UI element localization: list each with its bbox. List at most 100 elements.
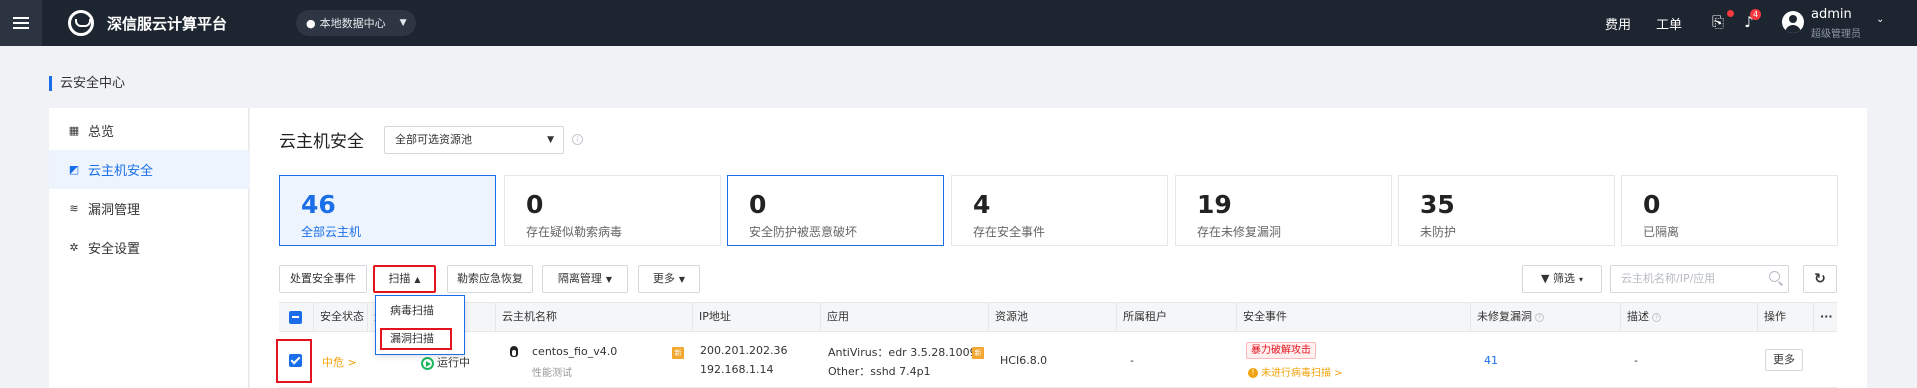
select-all-checkbox[interactable] [289, 311, 302, 324]
running-icon [421, 356, 434, 370]
menu-item-virus-scan[interactable]: 病毒扫描 [380, 300, 452, 322]
resource-pool-select[interactable]: 全部可选资源池 ▼ [384, 126, 564, 154]
search-placeholder: 云主机名称/IP/应用 [1621, 272, 1716, 285]
hamburger-menu-icon[interactable] [0, 0, 42, 46]
search-icon[interactable] [1769, 271, 1780, 282]
linux-icon [509, 345, 519, 359]
sidebar-item-label: 安全设置 [88, 242, 141, 257]
layers-icon: ≋ [69, 201, 79, 215]
ip-address: 200.201.202.36 [700, 344, 788, 357]
header-label: 描述 [1627, 310, 1649, 323]
stat-card-isolated[interactable]: 0 已隔离 [1621, 175, 1838, 246]
row-more-button[interactable]: 更多 [1765, 349, 1803, 371]
host-description: 性能测试 [532, 368, 572, 379]
header-label: 未修复漏洞 [1477, 310, 1532, 323]
run-status: 运行中 [421, 354, 470, 370]
help-icon[interactable]: ? [1652, 312, 1661, 322]
stat-card-all-hosts[interactable]: 46 全部云主机 [279, 175, 496, 246]
filter-button[interactable]: ▼ 筛选 ▾ [1522, 265, 1602, 293]
sidebar-item-vulnerability[interactable]: ≋ 漏洞管理 [49, 189, 249, 228]
tickets-link[interactable]: 工单 [1656, 14, 1682, 33]
host-security-icon: ◩ [68, 162, 80, 176]
caret-down-icon: ▾ [1578, 275, 1583, 284]
filter-label: 筛选 [1552, 272, 1575, 285]
sidebar: ▦ 总览 ◩ 云主机安全 ≋ 漏洞管理 ✲ 安全设置 [49, 108, 249, 388]
tenant: - [1130, 354, 1134, 367]
isolate-manage-label: 隔离管理 [557, 272, 602, 285]
grid-icon: ▦ [68, 123, 80, 137]
ransom-recover-button[interactable]: 勒索应急恢复 [447, 265, 533, 293]
column-settings-icon[interactable]: ··· [1813, 303, 1837, 331]
scan-dropdown-menu: 病毒扫描 漏洞扫描 [375, 295, 465, 355]
description: - [1634, 354, 1638, 367]
header-pool: 资源池 [988, 303, 1116, 331]
task-icon[interactable]: ⎘ [1710, 13, 1726, 31]
header-tenant: 所属租户 [1116, 303, 1236, 331]
stat-value: 0 [526, 190, 544, 219]
handle-event-button[interactable]: 处置安全事件 [279, 265, 367, 293]
brand-logo-icon [68, 10, 94, 36]
scan-button[interactable]: 扫描 ▲ [373, 265, 436, 293]
stat-card-security-events[interactable]: 4 存在安全事件 [951, 175, 1168, 246]
unfixed-vulns-link[interactable]: 41 [1484, 354, 1498, 367]
host-name-link[interactable]: centos_fio_v4.0 [532, 345, 617, 358]
user-menu-caret-icon[interactable]: ⌄ [1876, 14, 1884, 25]
header-security-status: 安全状态 [313, 303, 367, 331]
isolate-manage-button[interactable]: 隔离管理 ▼ [542, 265, 628, 293]
location-pin-icon: ● [306, 16, 316, 30]
caret-up-icon: ▲ [414, 275, 421, 284]
ip-address-internal: 192.168.1.14 [700, 363, 774, 376]
caret-down-icon: ▼ [399, 18, 407, 28]
gear-icon: ✲ [69, 240, 79, 254]
stat-card-protection-damaged[interactable]: 0 安全防护被恶意破坏 [727, 175, 944, 246]
run-status-label: 运行中 [437, 356, 470, 369]
stat-value: 46 [301, 190, 336, 219]
sidebar-item-overview[interactable]: ▦ 总览 [49, 111, 249, 150]
user-name[interactable]: admin [1811, 7, 1852, 22]
caret-down-icon: ▼ [678, 275, 686, 284]
table-row[interactable] [279, 333, 1837, 388]
billing-link[interactable]: 费用 [1605, 14, 1631, 33]
stat-label: 已隔离 [1643, 225, 1680, 239]
header-actions: 操作 [1757, 303, 1813, 331]
notification-badge: 4 [1750, 9, 1762, 20]
search-input[interactable]: 云主机名称/IP/应用 [1610, 265, 1789, 293]
filter-icon: ▼ [1541, 272, 1550, 285]
virus-scan-warning-text: 未进行病毒扫描 > [1261, 368, 1343, 379]
app-other: Other：sshd 7.4p1 [828, 365, 931, 378]
datacenter-selector[interactable]: ● 本地数据中心 ▼ [296, 10, 416, 36]
header-security-event: 安全事件 [1236, 303, 1470, 331]
stat-label: 存在未修复漏洞 [1197, 225, 1282, 239]
top-bar: 深信服云计算平台 ● 本地数据中心 ▼ 费用 工单 ⎘ ♪ 4 admin 超级… [0, 0, 1917, 46]
warning-icon: ! [1248, 368, 1258, 378]
datacenter-label: 本地数据中心 [319, 17, 386, 30]
info-icon[interactable]: i [572, 134, 583, 145]
security-level-link[interactable]: 中危 > [322, 354, 357, 370]
header-unfixed-vulns: 未修复漏洞? [1470, 303, 1620, 331]
help-icon[interactable]: ? [1535, 312, 1544, 322]
stat-card-unfixed-vulns[interactable]: 19 存在未修复漏洞 [1175, 175, 1392, 246]
stat-value: 0 [749, 190, 767, 219]
sidebar-item-label: 漏洞管理 [88, 203, 141, 218]
resource-pool-value: 全部可选资源池 [395, 133, 472, 146]
app-antivirus: AntiVirus：edr 3.5.28.1009 [828, 346, 977, 359]
brand-name: 深信服云计算平台 [107, 15, 228, 33]
stat-card-unprotected[interactable]: 35 未防护 [1398, 175, 1615, 246]
row-checkbox-highlight [276, 339, 312, 383]
virus-scan-warning[interactable]: ! 未进行病毒扫描 > [1248, 364, 1343, 379]
user-avatar[interactable] [1782, 11, 1804, 33]
sidebar-item-settings[interactable]: ✲ 安全设置 [49, 228, 249, 267]
header-ip: IP地址 [692, 303, 820, 331]
event-tag[interactable]: 暴力破解攻击 [1246, 342, 1316, 359]
sidebar-item-host-security[interactable]: ◩ 云主机安全 [49, 150, 249, 189]
sidebar-item-label: 云主机安全 [88, 164, 154, 179]
more-actions-button[interactable]: 更多 ▼ [638, 265, 700, 293]
caret-down-icon: ▼ [605, 275, 613, 284]
refresh-icon[interactable]: ↻ [1803, 265, 1837, 293]
stat-value: 4 [973, 190, 991, 219]
stat-card-ransomware[interactable]: 0 存在疑似勒索病毒 [504, 175, 721, 246]
menu-item-vuln-scan[interactable]: 漏洞扫描 [380, 328, 452, 350]
new-tag: 新 [972, 345, 984, 359]
main-title: 云主机安全 [279, 132, 364, 152]
stat-label: 安全防护被恶意破坏 [749, 225, 858, 239]
